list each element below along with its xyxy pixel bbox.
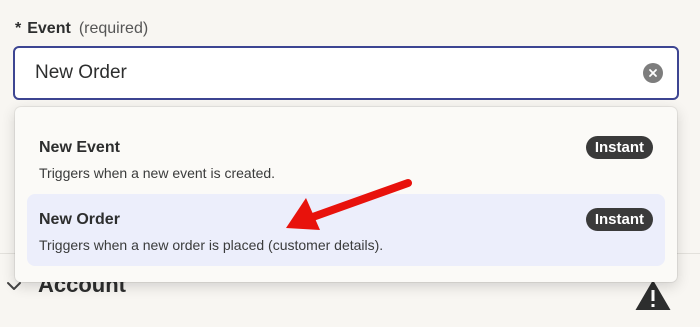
required-hint: (required) (78, 20, 149, 37)
option-description: Triggers when a new order is placed (cus… (39, 237, 384, 253)
event-input-value: New Order (35, 62, 127, 83)
instant-badge: Instant (585, 208, 653, 231)
option-title: New Event (39, 139, 120, 156)
event-field-panel: * Event (required) New Order Account New… (0, 0, 700, 327)
field-label-text: Event (27, 20, 71, 37)
warning-icon (632, 280, 674, 316)
required-marker: * (15, 20, 22, 37)
event-select-input[interactable]: New Order (13, 46, 679, 100)
instant-badge: Instant (585, 136, 653, 159)
clear-icon[interactable] (643, 63, 663, 83)
annotation-arrow-icon (286, 179, 412, 230)
event-field-label: * Event (required) (15, 20, 148, 38)
